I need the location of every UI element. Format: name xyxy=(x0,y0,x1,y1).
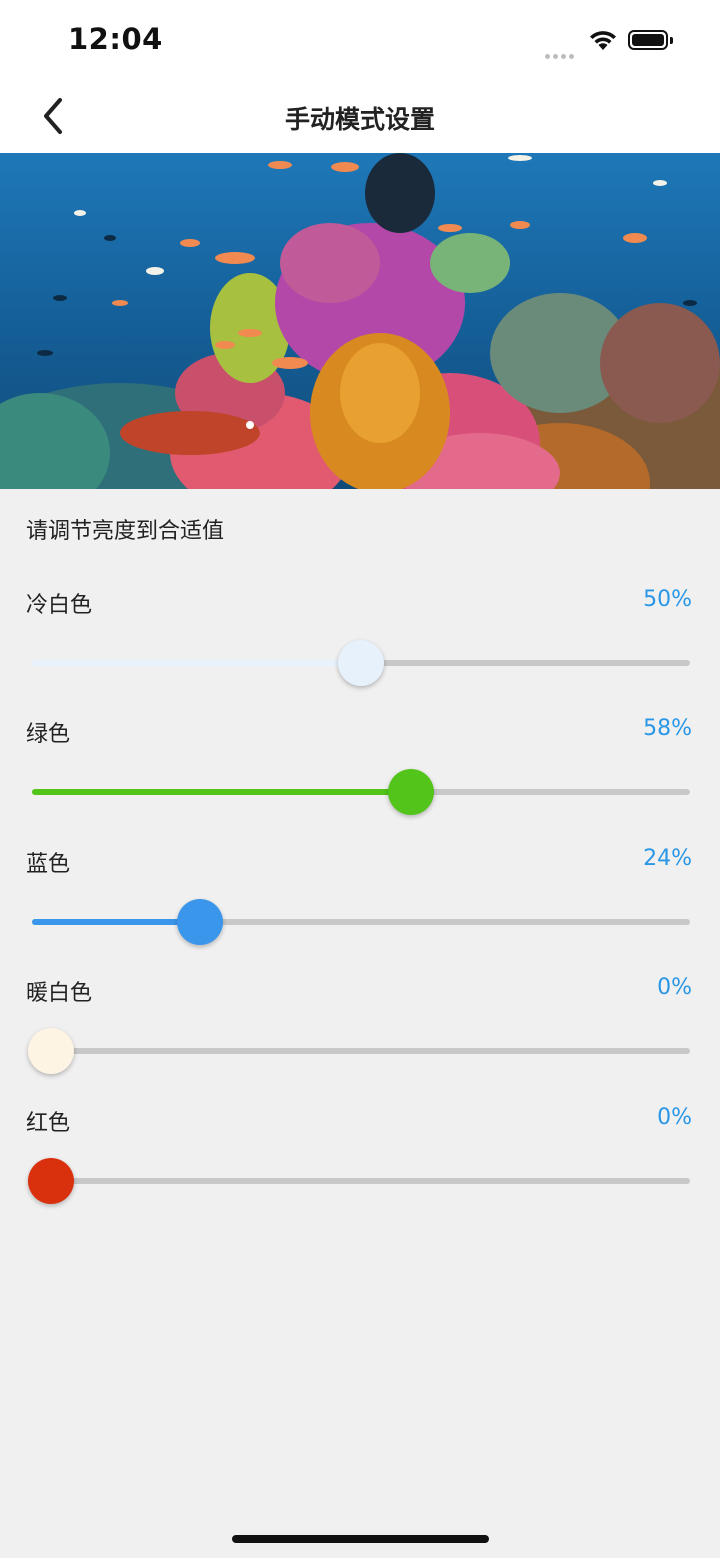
slider-label: 红色 xyxy=(26,1111,71,1136)
slider-value: 0% xyxy=(657,975,692,1000)
nav-bar: 手动模式设置 xyxy=(0,80,720,153)
slider-track[interactable] xyxy=(32,899,690,945)
slider-thumb[interactable] xyxy=(387,769,434,815)
slider-blue: 蓝色 24% xyxy=(0,846,720,976)
slider-value: 24% xyxy=(643,846,692,871)
slider-value: 0% xyxy=(657,1105,692,1130)
wifi-icon xyxy=(590,31,616,50)
slider-thumb[interactable] xyxy=(28,1158,74,1204)
slider-green: 绿色 58% xyxy=(0,716,720,846)
adjust-brightness-hint: 请调节亮度到合适值 xyxy=(26,519,225,544)
page-title: 手动模式设置 xyxy=(284,105,435,134)
slider-fill xyxy=(32,660,361,666)
slider-thumb[interactable] xyxy=(176,899,223,945)
slider-label: 冷白色 xyxy=(26,593,93,618)
coral-reef-banner-image xyxy=(0,153,720,489)
slider-label: 暖白色 xyxy=(26,981,93,1006)
status-bar: 12:04 xyxy=(0,0,720,80)
slider-label: 绿色 xyxy=(26,722,71,747)
slider-cool-white: 冷白色 50% xyxy=(0,587,720,717)
slider-value: 50% xyxy=(643,587,692,612)
status-time: 12:04 xyxy=(68,22,163,56)
slider-thumb[interactable] xyxy=(338,640,384,686)
battery-icon xyxy=(628,30,668,50)
slider-thumb[interactable] xyxy=(28,1028,74,1074)
slider-warm-white: 暖白色 0% xyxy=(0,975,720,1105)
slider-track[interactable] xyxy=(32,640,690,686)
slider-track[interactable] xyxy=(28,1158,690,1204)
home-indicator xyxy=(232,1535,489,1543)
slider-value: 58% xyxy=(643,716,692,741)
slider-track[interactable] xyxy=(32,769,690,815)
cellular-signal-icon xyxy=(545,44,579,59)
slider-fill xyxy=(32,919,200,925)
battery-tip xyxy=(670,37,673,44)
slider-fill xyxy=(32,789,411,795)
slider-red: 红色 0% xyxy=(0,1105,720,1235)
slider-track[interactable] xyxy=(28,1028,690,1074)
slider-label: 蓝色 xyxy=(26,852,71,877)
